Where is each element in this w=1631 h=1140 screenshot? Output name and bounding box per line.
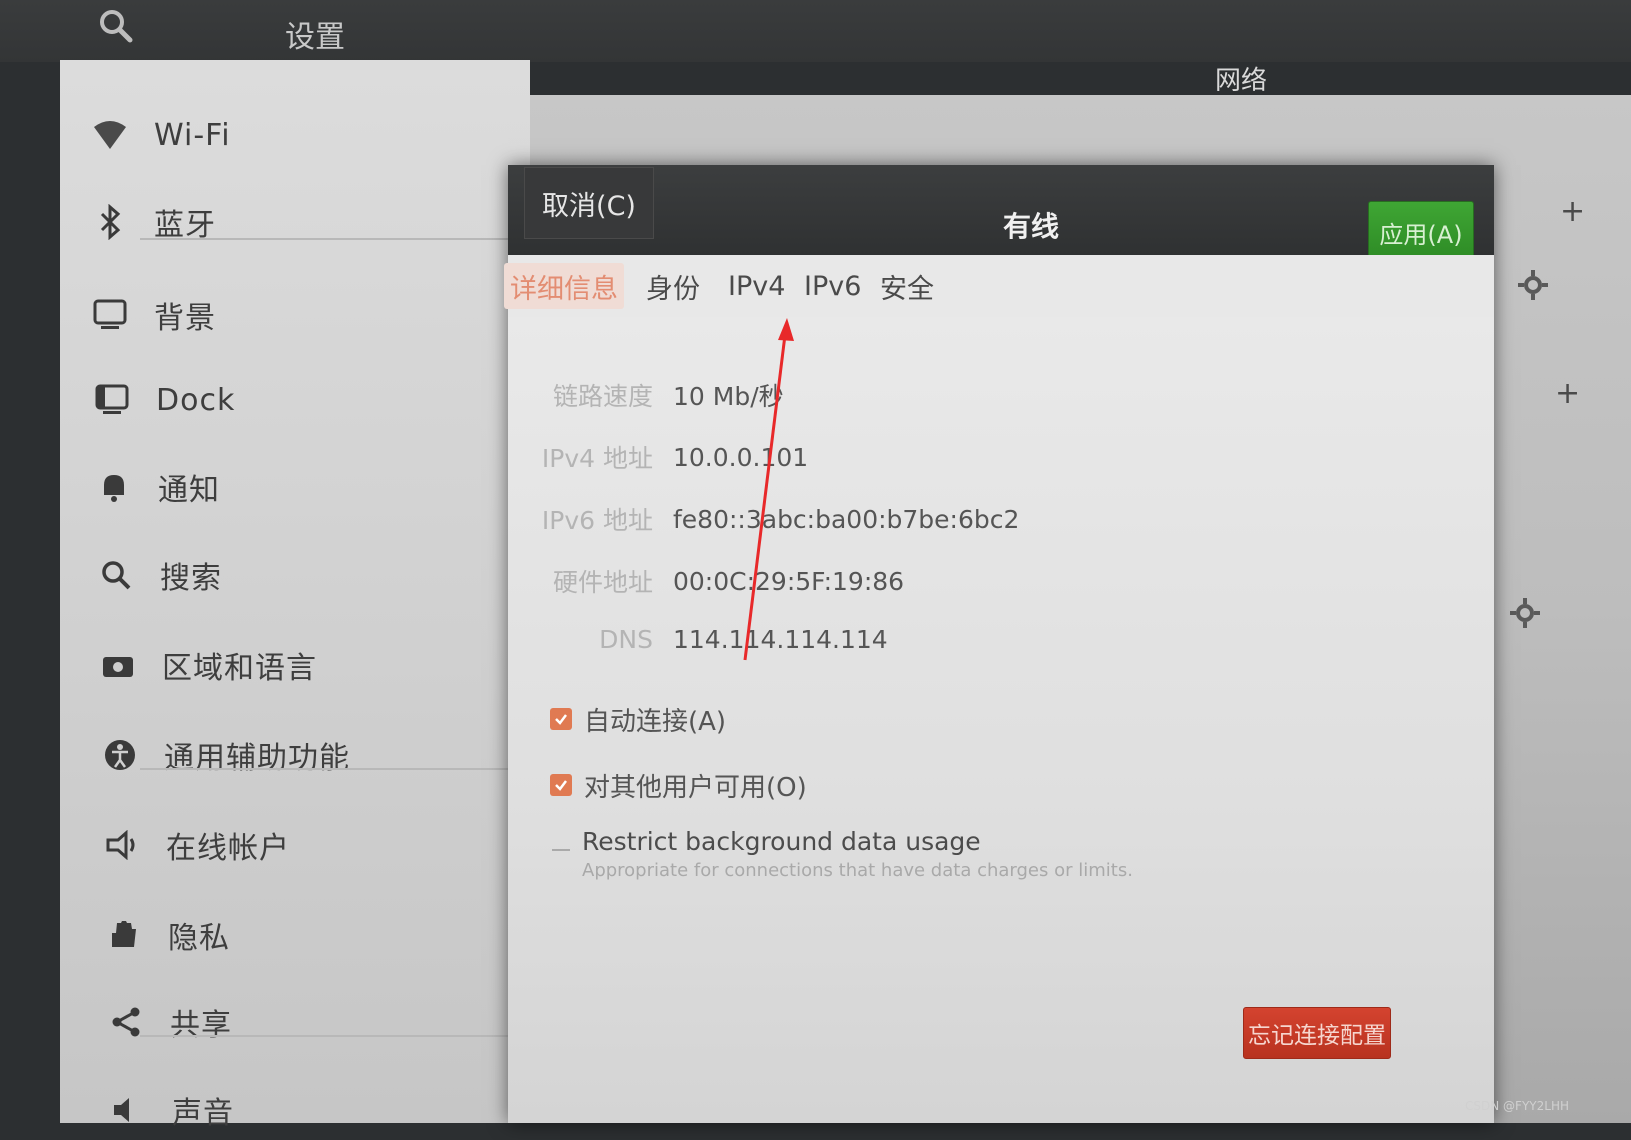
annotation-arrow-icon — [743, 318, 794, 661]
watermark: CSDN @FYY2LHH — [1465, 1099, 1569, 1113]
